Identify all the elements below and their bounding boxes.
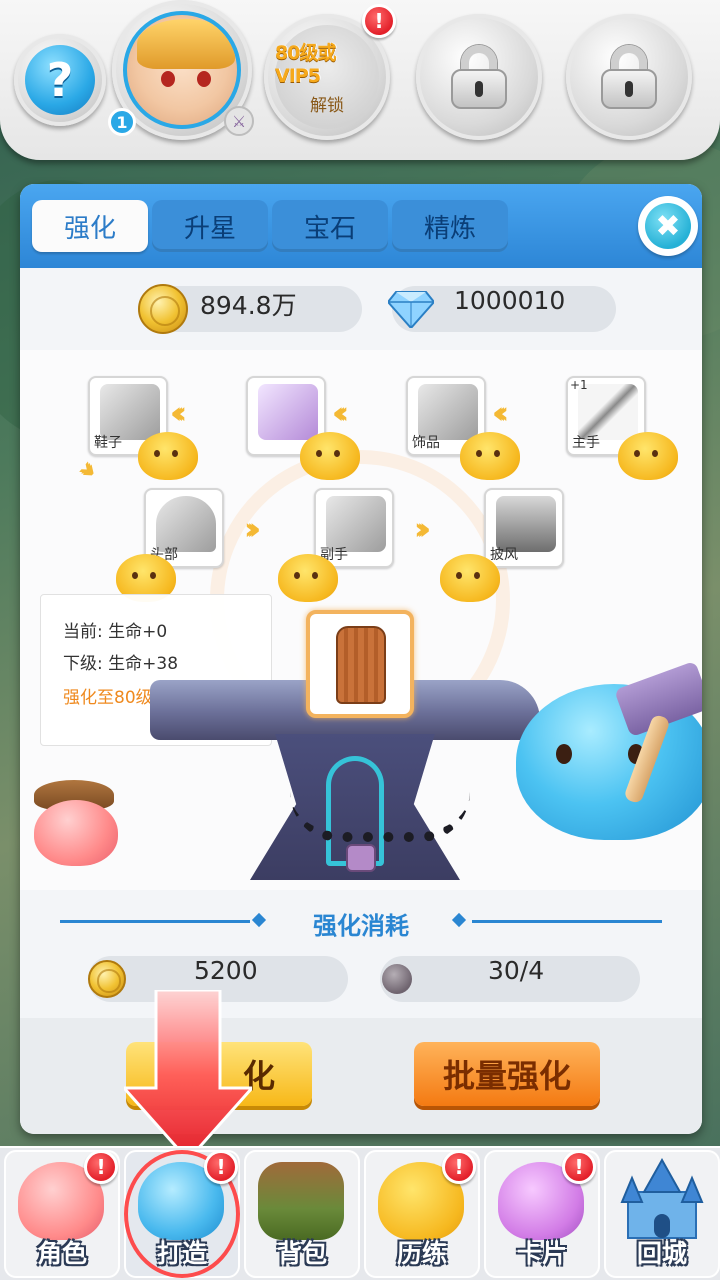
gold-coin-icon (88, 960, 126, 998)
slot-label: 饰品 (412, 435, 440, 451)
slot-label: 披风 (490, 547, 518, 563)
avatar (123, 11, 241, 129)
flow-arrow-left-icon: ‹‹‹ (170, 396, 187, 431)
nav-label: 背包 (276, 1239, 327, 1268)
pink-slime-mascot (34, 800, 118, 866)
lock-icon (346, 844, 376, 872)
avatar-eye (197, 71, 211, 87)
nav-label: 回城 (636, 1239, 687, 1268)
tab-gem[interactable]: 宝石 (272, 200, 388, 252)
tutorial-arrow-down-icon (124, 990, 252, 1160)
gold-display: 894.8万 (138, 284, 362, 334)
flow-arrow-right-icon: ››› (244, 512, 261, 547)
alert-badge: ! (84, 1150, 118, 1184)
tab-refine[interactable]: 精炼 (392, 200, 508, 252)
flow-arrow-down-right-icon: ››› (70, 450, 99, 483)
shoulder-guard-icon (258, 384, 318, 440)
forge-panel: 强化 升星 宝石 精炼 ✖ 894.8万 1000010 鞋子 饰品 +1 主手… (20, 184, 702, 1134)
backpack-icon (258, 1162, 344, 1240)
flow-arrow-left-icon: ‹‹‹ (332, 396, 349, 431)
stone-cost-display: 30/4 (380, 956, 640, 1002)
alert-badge: ! (204, 1150, 238, 1184)
gold-amount: 894.8万 (200, 291, 297, 320)
diamond-icon (388, 291, 434, 328)
nav-bag[interactable]: 背包 (244, 1150, 360, 1278)
chain-decoration (290, 792, 470, 842)
tab-enhance[interactable]: 强化 (32, 200, 148, 252)
chick-mascot (460, 432, 520, 480)
current-attribute: 当前: 生命+0 (63, 622, 168, 642)
avatar-eye (161, 71, 175, 87)
flow-arrow-right-icon: ››› (414, 512, 431, 547)
diamond-display: 1000010 (388, 286, 616, 332)
enhance-level: +1 (570, 378, 588, 392)
close-icon: ✖ (645, 203, 691, 249)
help-button[interactable]: ? (14, 34, 106, 126)
chick-mascot (440, 554, 500, 602)
chick-mascot (618, 432, 678, 480)
alert-badge: ! (362, 4, 396, 38)
tab-star-up[interactable]: 升星 (152, 200, 268, 252)
diamond-amount: 1000010 (454, 286, 566, 315)
close-button[interactable]: ✖ (638, 196, 698, 256)
alert-badge: ! (442, 1150, 476, 1184)
chick-mascot (138, 432, 198, 480)
enhance-stone-icon (382, 964, 412, 994)
unlock-requirement-text: 80级或VIP5 (275, 42, 336, 87)
equip-slot-off-hand[interactable]: 副手 (314, 488, 394, 568)
unlock-slot-label: 80级或VIP5 解锁 (275, 25, 379, 129)
vest-armor-icon (336, 626, 386, 704)
nav-return-city[interactable]: 回城 (604, 1150, 720, 1278)
stone-cost: 30/4 (488, 956, 545, 985)
divider-line (472, 920, 662, 923)
avatar-hair (137, 19, 235, 69)
castle-icon (620, 1157, 704, 1239)
unlock-text: 解锁 (310, 96, 344, 116)
nav-label: 角色 (36, 1239, 87, 1268)
padlock-icon (449, 45, 509, 109)
gold-coin-icon (138, 284, 188, 334)
cost-title: 强化消耗 (313, 912, 409, 940)
nav-label: 卡片 (516, 1239, 567, 1268)
chick-mascot (300, 432, 360, 480)
slot-label: 鞋子 (94, 435, 122, 451)
locked-slot-button[interactable] (566, 14, 692, 140)
alert-badge: ! (562, 1150, 596, 1184)
question-icon: ? (25, 45, 95, 115)
selected-equipment-slot[interactable] (306, 610, 414, 718)
flow-arrow-left-icon: ‹‹‹ (492, 396, 509, 431)
batch-enhance-button[interactable]: 批量强化 (414, 1042, 600, 1106)
chick-mascot (278, 554, 338, 602)
padlock-icon (599, 45, 659, 109)
nav-label: 历练 (396, 1239, 447, 1268)
level-up-badge: 1 (108, 108, 136, 136)
next-attribute: 下级: 生命+38 (63, 654, 179, 674)
locked-slot-button[interactable] (416, 14, 542, 140)
sword-icon: ⚔ (224, 106, 254, 136)
slot-label: 主手 (572, 435, 600, 451)
slime-eye (556, 744, 572, 764)
equip-slot-cloak[interactable]: 披风 (484, 488, 564, 568)
